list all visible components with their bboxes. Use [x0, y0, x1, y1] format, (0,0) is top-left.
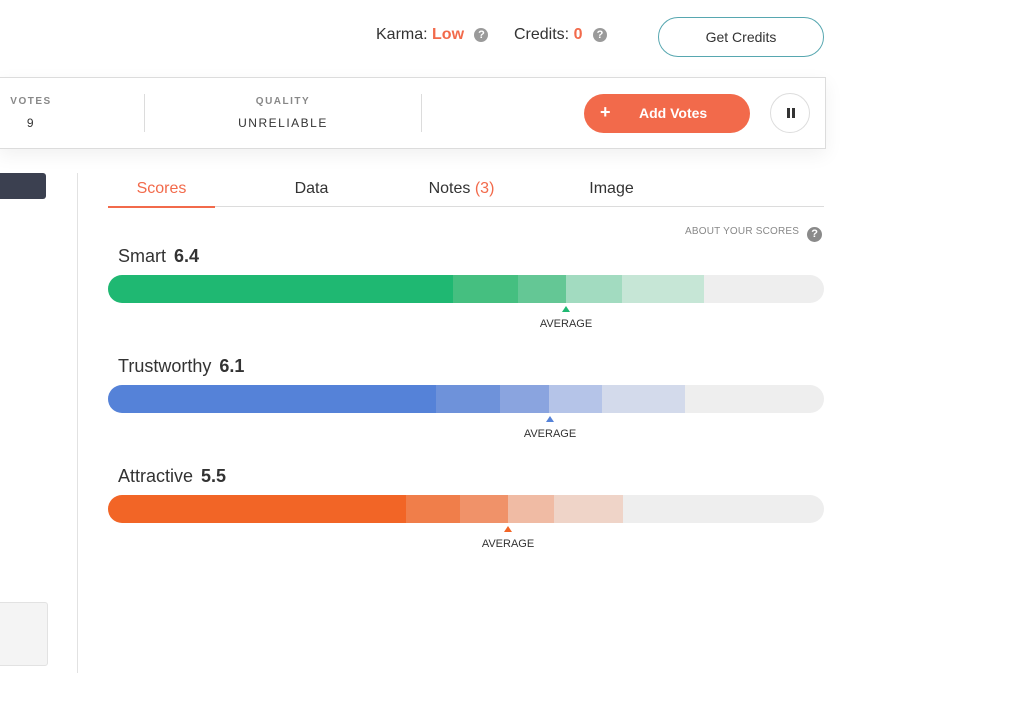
quality-label: QUALITY — [255, 96, 311, 107]
bar-segment — [518, 275, 566, 303]
score-bar — [108, 385, 824, 413]
bar-segment — [436, 385, 500, 413]
bar-segment — [453, 275, 518, 303]
votes-value: 9 — [26, 116, 36, 130]
help-icon: ? — [807, 227, 823, 242]
average-label: AVERAGE — [481, 538, 535, 550]
karma-label: Karma: — [376, 26, 428, 43]
tab-bar: Scores Data Notes (3) Image — [108, 172, 824, 208]
tab-label: Notes — [428, 180, 471, 197]
score-attractive: Attractive 5.5 AVERAGE — [108, 466, 824, 556]
tab-label: Data — [294, 180, 329, 197]
tab-image[interactable]: Image — [558, 180, 665, 206]
bar-segment — [549, 385, 602, 413]
score-value: 6.1 — [219, 356, 245, 376]
pause-button[interactable] — [770, 93, 810, 133]
bar-segment — [602, 385, 685, 413]
average-label: AVERAGE — [523, 428, 577, 440]
stats-divider — [421, 94, 422, 132]
tab-notes[interactable]: Notes (3) — [408, 180, 515, 206]
score-bar — [108, 275, 824, 303]
stats-card: VOTES 9 QUALITY UNRELIABLE + Add Votes — [0, 77, 826, 149]
credits-value: 0 — [573, 26, 583, 43]
karma-status: Karma: Low ? — [376, 26, 489, 44]
add-votes-button[interactable]: + Add Votes — [584, 94, 750, 133]
karma-help-icon[interactable]: ? — [474, 28, 489, 42]
pause-icon — [792, 108, 795, 118]
score-value: 5.5 — [201, 466, 227, 486]
about-scores-label: ABOUT YOUR SCORES — [685, 226, 800, 237]
bar-segment — [108, 495, 406, 523]
bar-segment — [622, 275, 704, 303]
tab-data[interactable]: Data — [258, 180, 365, 206]
votes-label: VOTES — [10, 96, 52, 107]
average-marker-icon — [546, 416, 554, 422]
notes-count: (3) — [474, 180, 495, 197]
bar-segment — [406, 495, 460, 523]
score-trustworthy: Trustworthy 6.1 AVERAGE — [108, 356, 824, 446]
score-bar — [108, 495, 824, 523]
quality-stat: QUALITY UNRELIABLE — [145, 78, 421, 148]
score-title: Trustworthy 6.1 — [118, 356, 244, 377]
get-credits-button[interactable]: Get Credits — [658, 17, 824, 57]
bar-segment — [508, 495, 554, 523]
average-marker-icon — [504, 526, 512, 532]
score-name: Attractive — [118, 466, 194, 486]
credits-label: Credits: — [514, 26, 570, 43]
score-value: 6.4 — [174, 246, 200, 266]
tab-label: Scores — [136, 180, 187, 197]
add-votes-label: Add Votes — [639, 105, 708, 121]
score-smart: Smart 6.4 AVERAGE — [108, 246, 824, 336]
bar-segment — [554, 495, 623, 523]
about-your-scores-link[interactable]: ABOUT YOUR SCORES? — [685, 226, 823, 242]
bar-segment — [566, 275, 622, 303]
tab-scores[interactable]: Scores — [108, 180, 215, 208]
score-title: Attractive 5.5 — [118, 466, 226, 487]
bar-segment — [500, 385, 549, 413]
column-divider — [77, 173, 78, 673]
score-title: Smart 6.4 — [118, 246, 199, 267]
quality-value: UNRELIABLE — [238, 116, 328, 130]
average-label: AVERAGE — [539, 318, 593, 330]
score-name: Smart — [118, 246, 167, 266]
credits-status: Credits: 0 ? — [514, 26, 607, 44]
left-panel-button[interactable] — [0, 173, 46, 199]
top-bar: Karma: Low ? Credits: 0 ? Get Credits — [0, 0, 1017, 75]
bar-segment — [460, 495, 508, 523]
score-name: Trustworthy — [118, 356, 212, 376]
bar-segment — [108, 385, 436, 413]
tab-label: Image — [589, 180, 634, 197]
average-marker-icon — [562, 306, 570, 312]
votes-stat: VOTES 9 — [0, 78, 63, 148]
karma-value: Low — [432, 26, 465, 43]
pause-icon — [787, 108, 790, 118]
bar-segment — [108, 275, 453, 303]
plus-icon: + — [600, 102, 611, 122]
left-panel-card — [0, 602, 48, 666]
credits-help-icon[interactable]: ? — [592, 28, 607, 42]
